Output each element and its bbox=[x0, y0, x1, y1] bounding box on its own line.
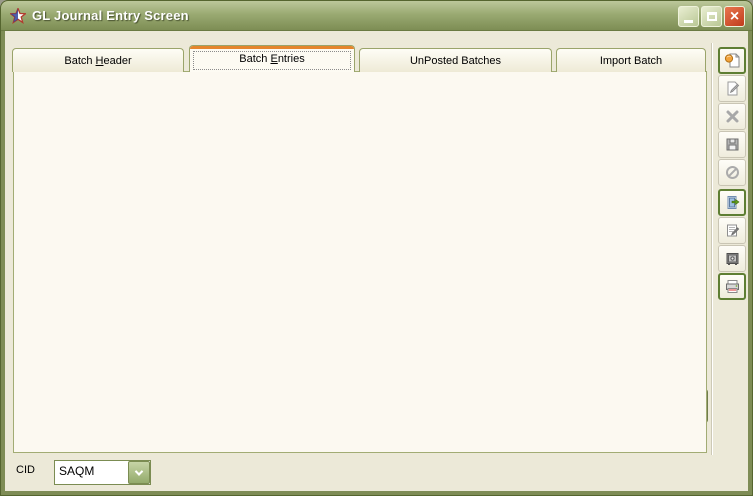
save-button[interactable] bbox=[718, 131, 746, 158]
tab-focus-outline bbox=[193, 51, 351, 70]
minimize-icon bbox=[684, 20, 693, 23]
maximize-icon bbox=[707, 12, 717, 21]
app-star-icon bbox=[10, 8, 26, 24]
tab-import-batch[interactable]: Import Batch bbox=[556, 48, 706, 72]
edit-button[interactable] bbox=[718, 75, 746, 102]
notepad-icon bbox=[724, 222, 741, 239]
safe-icon bbox=[724, 250, 741, 267]
cancel-button[interactable] bbox=[718, 159, 746, 186]
selected-tab-accent bbox=[190, 46, 354, 49]
maximize-button[interactable] bbox=[701, 6, 722, 27]
edit-icon bbox=[724, 80, 741, 97]
delete-icon bbox=[724, 108, 741, 125]
tab-batch-entries[interactable]: Batch Entries bbox=[189, 45, 355, 72]
window-title: GL Journal Entry Screen bbox=[32, 8, 189, 23]
cid-label: CID bbox=[16, 464, 35, 476]
tab-batch-header[interactable]: Batch Header bbox=[12, 48, 184, 72]
cid-dropdown-button[interactable] bbox=[128, 461, 150, 484]
print-button[interactable] bbox=[718, 273, 746, 300]
exit-button[interactable] bbox=[718, 189, 746, 216]
close-icon: × bbox=[730, 9, 739, 25]
minimize-button[interactable] bbox=[678, 6, 699, 27]
titlebar: GL Journal Entry Screen × bbox=[1, 1, 752, 31]
tab-unposted-batches[interactable]: UnPosted Batches bbox=[359, 48, 552, 72]
chevron-down-icon bbox=[135, 467, 143, 475]
new-entry-icon bbox=[724, 52, 741, 69]
cancel-icon bbox=[724, 164, 741, 181]
printer-icon bbox=[724, 278, 741, 295]
safe-button[interactable] bbox=[718, 245, 746, 272]
close-button[interactable]: × bbox=[724, 6, 745, 27]
toolbar-separator-highlight bbox=[712, 43, 713, 455]
app-window: GL Journal Entry Screen × Batch Header B… bbox=[0, 0, 753, 496]
exit-icon bbox=[724, 194, 741, 211]
tab-content-panel bbox=[13, 71, 707, 453]
delete-button[interactable] bbox=[718, 103, 746, 130]
notes-button[interactable] bbox=[718, 217, 746, 244]
new-entry-button[interactable] bbox=[718, 47, 746, 74]
cid-dropdown[interactable]: SAQM bbox=[54, 460, 151, 485]
save-icon bbox=[724, 136, 741, 153]
cid-value: SAQM bbox=[55, 461, 128, 484]
